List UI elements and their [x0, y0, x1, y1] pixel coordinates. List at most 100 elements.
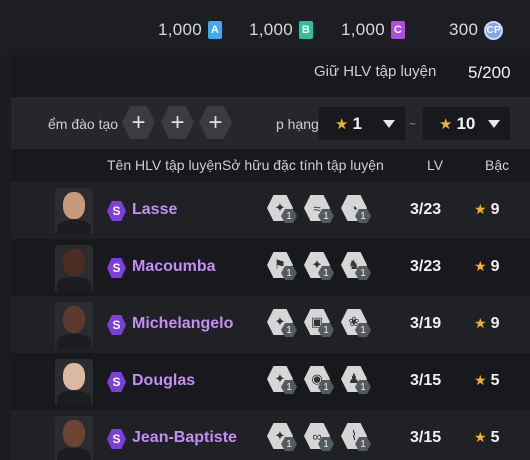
currency-a-amount: 1,000: [158, 20, 203, 39]
trait-list: ✦ 1 ≈1 ◔ 1: [267, 195, 371, 223]
avatar: [55, 188, 93, 234]
coach-grade-value: 9: [490, 315, 500, 332]
keep-coach-label: Giữ HLV tập luyện: [314, 63, 437, 80]
coach-lv: 3/15: [410, 429, 442, 446]
table-row[interactable]: S Macoumba ⚑ 1 ✦ 1 ♞ 1 3/23 ★ 9: [11, 239, 530, 296]
coach-grade-value: 5: [490, 429, 500, 446]
star-icon: ★: [474, 315, 487, 331]
star-icon: ★: [335, 115, 349, 133]
coach-grade: ★ 9: [474, 201, 499, 219]
grade-s-badge-icon: S: [107, 315, 126, 335]
currency-bar: 1,000 A 1,000 B 1,000 C 300 CP: [0, 0, 530, 55]
max-rank-value: 10: [456, 113, 476, 133]
column-header-grade[interactable]: Bậc: [485, 157, 509, 173]
coach-name: Macoumba: [132, 258, 216, 275]
trait-icon[interactable]: ⌇ 1: [341, 423, 371, 451]
trait-icon[interactable]: ❀ 1: [341, 309, 371, 337]
keep-coach-count: 5/200: [468, 63, 511, 82]
coach-grade: ★ 9: [474, 258, 499, 276]
avatar-head: [63, 420, 85, 447]
column-header-name[interactable]: Tên HLV tập luyện: [107, 157, 222, 173]
coach-name: Douglas: [132, 372, 196, 389]
avatar-head: [63, 192, 85, 219]
coach-grade-value: 9: [490, 201, 500, 218]
grade-s-badge-icon: S: [107, 201, 126, 221]
avatar-body: [57, 277, 91, 291]
currency-b-icon: B: [299, 21, 314, 39]
currency-a-icon: A: [208, 21, 223, 39]
grade-s-badge-icon: S: [107, 258, 126, 278]
trait-icon[interactable]: ✦ 1: [267, 366, 297, 394]
left-rail: [0, 55, 11, 460]
coach-grade: ★ 5: [474, 372, 499, 390]
coach-lv: 3/23: [410, 201, 442, 218]
currency-cp: 300 CP: [449, 20, 504, 40]
avatar-head: [63, 249, 85, 276]
trait-icon[interactable]: ◔ 1: [341, 195, 371, 223]
trait-icon[interactable]: ✦ 1: [267, 195, 297, 223]
trait-list: ✦ 1 ▣ 1 ❀ 1: [267, 309, 371, 337]
star-icon: ★: [474, 429, 487, 445]
currency-cp-amount: 300: [449, 20, 479, 39]
trait-icon[interactable]: ≈1: [304, 195, 334, 223]
rank-label: p hạng: [276, 116, 319, 132]
trait-list: ✦ 1 ∞ 1 ⌇ 1: [267, 423, 371, 451]
trait-icon[interactable]: ∞ 1: [304, 423, 334, 451]
trait-icon[interactable]: ♟ 1: [341, 366, 371, 394]
coach-lv: 3/23: [410, 258, 442, 275]
trait-list: ✦ 1 ◉ 1 ♟ 1: [267, 366, 371, 394]
chevron-down-icon: [488, 120, 500, 128]
currency-b-amount: 1,000: [249, 20, 294, 39]
star-icon: ★: [439, 115, 453, 133]
grade-s-badge-icon: S: [107, 429, 126, 449]
currency-c-amount: 1,000: [341, 20, 386, 39]
trait-icon[interactable]: ◉ 1: [304, 366, 334, 394]
trait-list: ⚑ 1 ✦ 1 ♞ 1: [267, 252, 371, 280]
cp-icon: CP: [484, 20, 504, 40]
coach-name: Jean-Baptiste: [132, 429, 237, 446]
avatar: [55, 245, 93, 291]
max-rank-dropdown[interactable]: ★ 10: [423, 107, 510, 140]
min-rank-dropdown[interactable]: ★ 1: [319, 107, 405, 140]
table-row[interactable]: S Michelangelo ✦ 1 ▣ 1 ❀ 1 3/19 ★ 9: [11, 296, 530, 353]
avatar-body: [57, 448, 91, 460]
trait-icon[interactable]: ✦ 1: [267, 309, 297, 337]
avatar-body: [57, 334, 91, 348]
column-header-traits[interactable]: Sở hữu đặc tính tập luyện: [222, 157, 384, 173]
table-row[interactable]: S Lasse ✦ 1 ≈1 ◔ 1 3/23 ★ 9: [11, 182, 530, 239]
trait-icon[interactable]: ⚑ 1: [267, 252, 297, 280]
currency-a: 1,000 A: [158, 20, 223, 40]
coach-lv: 3/19: [410, 315, 442, 332]
currency-c: 1,000 C: [341, 20, 406, 40]
avatar: [55, 302, 93, 348]
avatar-body: [57, 391, 91, 405]
trait-icon[interactable]: ✦ 1: [267, 423, 297, 451]
star-icon: ★: [474, 258, 487, 274]
grade-s-badge-icon: S: [107, 372, 126, 392]
avatar-head: [63, 306, 85, 333]
column-header-lv[interactable]: LV: [427, 157, 443, 173]
avatar-head: [63, 363, 85, 390]
trait-icon[interactable]: ✦ 1: [304, 252, 334, 280]
table-row[interactable]: S Douglas ✦ 1 ◉ 1 ♟ 1 3/15 ★ 5: [11, 353, 530, 410]
training-points-label: ểm đào tạo: [48, 116, 119, 132]
currency-b: 1,000 B: [249, 20, 314, 40]
min-rank-value: 1: [352, 113, 362, 133]
coach-name: Lasse: [132, 201, 178, 218]
avatar: [55, 416, 93, 460]
coach-lv: 3/15: [410, 372, 442, 389]
coach-grade-value: 5: [490, 372, 500, 389]
avatar-body: [57, 220, 91, 234]
currency-c-icon: C: [391, 21, 406, 39]
trait-icon[interactable]: ▣ 1: [304, 309, 334, 337]
avatar: [55, 359, 93, 405]
coach-grade: ★ 9: [474, 315, 499, 333]
coach-name: Michelangelo: [132, 315, 234, 332]
table-row[interactable]: S Jean-Baptiste ✦ 1 ∞ 1 ⌇ 1 3/15 ★ 5: [11, 410, 530, 460]
coach-grade: ★ 5: [474, 429, 499, 447]
coach-grade-value: 9: [490, 258, 500, 275]
star-icon: ★: [474, 372, 487, 388]
star-icon: ★: [474, 201, 487, 217]
range-separator: ~: [409, 117, 417, 131]
trait-icon[interactable]: ♞ 1: [341, 252, 371, 280]
